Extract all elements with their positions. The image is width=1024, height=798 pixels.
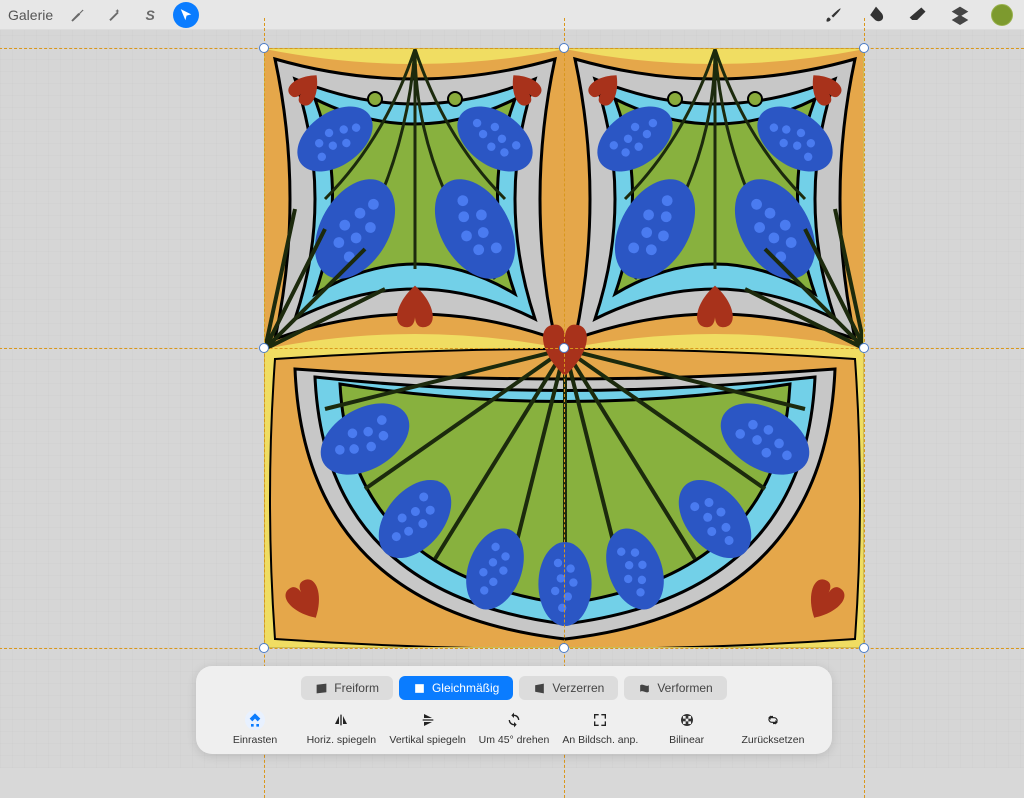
transform-actions: Einrasten Horiz. spiegeln Vertikal spieg…	[210, 710, 818, 746]
handle-br[interactable]	[859, 643, 869, 653]
action-flip-v[interactable]: Vertikal spiegeln	[385, 710, 471, 746]
action-reset[interactable]: Zurücksetzen	[730, 710, 816, 746]
distort-icon	[533, 682, 546, 695]
action-interpolation[interactable]: Bilinear	[644, 710, 730, 746]
handle-tl[interactable]	[259, 43, 269, 53]
handle-tr[interactable]	[859, 43, 869, 53]
mode-uniform-label: Gleichmäßig	[432, 681, 499, 695]
handle-center[interactable]	[559, 343, 569, 353]
mode-freeform-label: Freiform	[334, 681, 379, 695]
action-fit[interactable]: An Bildsch. anp.	[557, 710, 643, 746]
mode-warp-label: Verformen	[657, 681, 712, 695]
selection-guide-mid-h	[0, 348, 1024, 349]
wand-icon	[106, 7, 122, 23]
smudge-icon	[866, 5, 886, 25]
mode-distort[interactable]: Verzerren	[519, 676, 618, 700]
freeform-icon	[315, 682, 328, 695]
mode-freeform[interactable]: Freiform	[301, 676, 393, 700]
layers-icon	[950, 5, 970, 25]
selection-guide-right	[864, 18, 865, 798]
flip-h-icon	[332, 712, 350, 728]
cursor-icon	[179, 8, 193, 22]
transform-mode-segment: Freiform Gleichmäßig Verzerren Verformen	[210, 676, 818, 700]
uniform-icon	[413, 682, 426, 695]
selection-s-icon: S	[145, 7, 154, 23]
adjustments-button[interactable]	[101, 2, 127, 28]
action-rotate-45-label: Um 45° drehen	[479, 734, 550, 746]
mode-uniform[interactable]: Gleichmäßig	[399, 676, 513, 700]
handle-bm[interactable]	[559, 643, 569, 653]
brush-button[interactable]	[820, 1, 848, 29]
action-flip-h[interactable]: Horiz. spiegeln	[298, 710, 384, 746]
action-snap-label: Einrasten	[233, 734, 277, 746]
brush-icon	[824, 5, 844, 25]
action-flip-v-label: Vertikal spiegeln	[389, 734, 465, 746]
action-reset-label: Zurücksetzen	[741, 734, 804, 746]
top-toolbar: Galerie S	[0, 0, 1024, 30]
fit-icon	[592, 712, 608, 728]
color-button[interactable]	[988, 1, 1016, 29]
flip-v-icon	[420, 711, 436, 729]
handle-bl[interactable]	[259, 643, 269, 653]
rotate-icon	[506, 712, 522, 728]
actions-button[interactable]	[65, 2, 91, 28]
canvas-stage[interactable]: Freiform Gleichmäßig Verzerren Verformen…	[0, 30, 1024, 768]
reset-icon	[764, 713, 782, 727]
mode-warp[interactable]: Verformen	[624, 676, 726, 700]
selection-guide-top	[0, 48, 1024, 49]
gallery-link[interactable]: Galerie	[8, 7, 53, 23]
artboard-selection[interactable]	[264, 48, 864, 648]
magnet-icon	[247, 712, 263, 728]
wrench-icon	[70, 7, 86, 23]
transform-panel: Freiform Gleichmäßig Verzerren Verformen…	[196, 666, 832, 754]
handle-mr[interactable]	[859, 343, 869, 353]
warp-icon	[638, 682, 651, 695]
eraser-icon	[908, 5, 928, 25]
handle-tm[interactable]	[559, 43, 569, 53]
action-snap[interactable]: Einrasten	[212, 710, 298, 746]
action-flip-h-label: Horiz. spiegeln	[307, 734, 376, 746]
eraser-button[interactable]	[904, 1, 932, 29]
action-rotate-45[interactable]: Um 45° drehen	[471, 710, 557, 746]
mode-distort-label: Verzerren	[552, 681, 604, 695]
color-swatch-icon	[991, 4, 1013, 26]
selection-button[interactable]: S	[137, 2, 163, 28]
action-interpolation-label: Bilinear	[669, 734, 704, 746]
transform-button[interactable]	[173, 2, 199, 28]
smudge-button[interactable]	[862, 1, 890, 29]
interp-icon	[679, 712, 695, 728]
action-fit-label: An Bildsch. anp.	[562, 734, 638, 746]
layers-button[interactable]	[946, 1, 974, 29]
selection-guide-bottom	[0, 648, 1024, 649]
handle-ml[interactable]	[259, 343, 269, 353]
